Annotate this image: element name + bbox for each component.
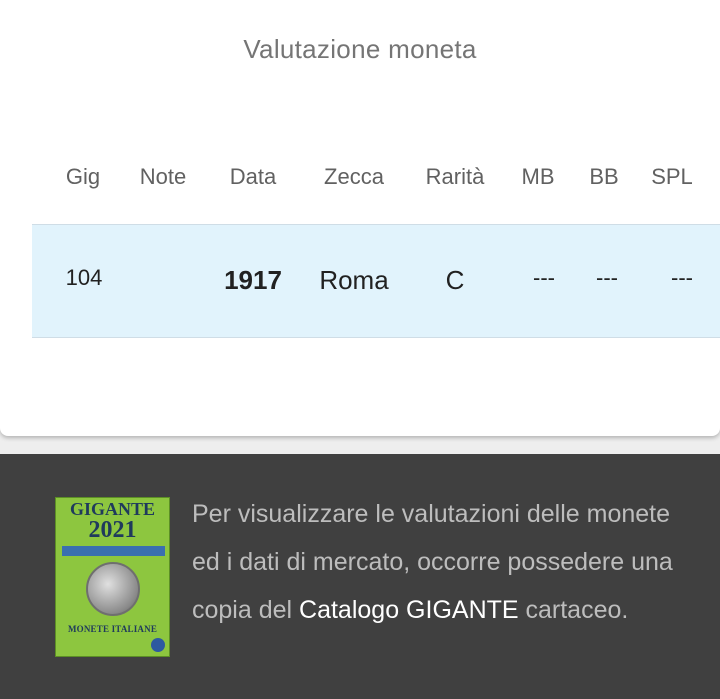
header-data[interactable]: Data: [230, 164, 276, 190]
catalog-banner[interactable]: GIGANTE 2021 MONETE ITALIANE Per visuali…: [0, 454, 720, 699]
valuation-card: Valutazione moneta Gig Note Data Zecca R…: [0, 0, 720, 436]
cell-mb: ---: [533, 265, 555, 290]
header-spl[interactable]: SPL: [651, 164, 693, 190]
table-header-row: Gig Note Data Zecca Rarità MB BB SPL: [32, 140, 720, 224]
cell-rarita: C: [445, 265, 465, 295]
banner-text-after: cartaceo.: [518, 596, 629, 624]
card-title: Valutazione moneta: [243, 34, 477, 64]
catalog-cover-title: GIGANTE: [69, 499, 156, 519]
header-rarita[interactable]: Rarità: [426, 164, 485, 190]
badge-icon: [151, 638, 165, 652]
header-gig[interactable]: Gig: [66, 164, 100, 190]
catalog-cover-image[interactable]: GIGANTE 2021 MONETE ITALIANE: [55, 497, 170, 657]
cell-bb: ---: [596, 265, 618, 290]
cell-gig: 104: [65, 265, 103, 290]
header-mb[interactable]: MB: [522, 164, 555, 190]
catalog-cover-subtitle: MONETE ITALIANE: [67, 624, 158, 634]
header-zecca[interactable]: Zecca: [324, 164, 384, 190]
header-bb[interactable]: BB: [589, 164, 618, 190]
banner-message: Per visualizzare le valutazioni delle mo…: [192, 490, 692, 634]
catalog-cover-band: [62, 546, 165, 556]
catalog-cover-year: 2021: [88, 517, 137, 543]
catalog-link[interactable]: Catalogo GIGANTE: [299, 596, 519, 624]
cell-zecca: Roma: [319, 265, 389, 295]
cell-spl: ---: [671, 265, 693, 290]
valuation-table: Gig Note Data Zecca Rarità MB BB SPL 104…: [32, 140, 720, 338]
header-note[interactable]: Note: [140, 164, 186, 190]
cell-data: 1917: [224, 265, 282, 295]
coin-icon: [86, 562, 140, 616]
table-row[interactable]: 104 1917 Roma C --- --- ---: [32, 224, 720, 338]
